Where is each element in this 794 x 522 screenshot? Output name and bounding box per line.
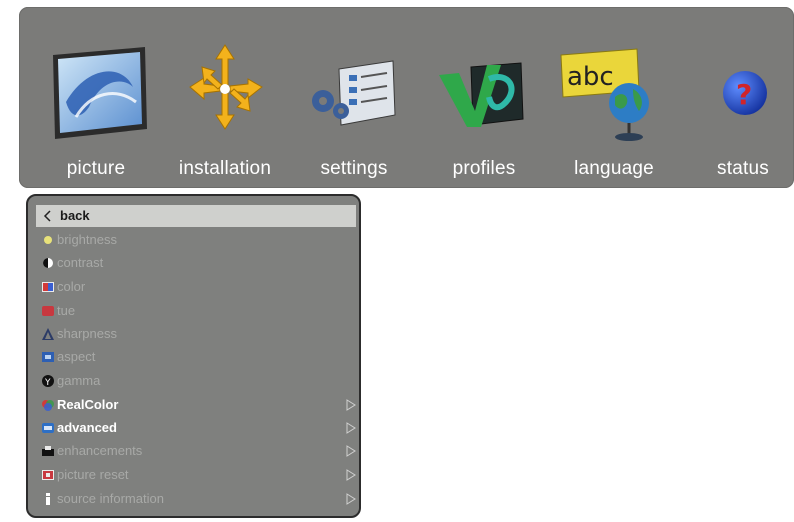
menu-item-picture-reset[interactable]: picture reset (36, 464, 356, 486)
submenu-arrow-icon (346, 422, 356, 434)
svg-text:abc: abc (567, 62, 614, 92)
menu-item-source-information[interactable]: source information (36, 488, 356, 510)
tile-label-settings: settings (320, 158, 388, 179)
back-arrow-icon (43, 210, 51, 222)
enhancements-icon (42, 446, 54, 456)
tile-profiles[interactable]: profiles (419, 7, 549, 188)
menu-item-tue[interactable]: tue (36, 300, 356, 322)
menu-item-enhancements[interactable]: enhancements (36, 440, 356, 462)
tile-language[interactable]: abc language (549, 7, 679, 188)
svg-text:?: ? (736, 78, 752, 111)
submenu-arrow-icon (346, 493, 356, 505)
installation-icon (189, 44, 263, 130)
menu-item-contrast[interactable]: contrast (36, 252, 356, 274)
realcolor-icon (42, 400, 54, 411)
settings-icon (312, 60, 396, 126)
info-icon (46, 493, 50, 505)
color-icon (42, 282, 54, 292)
menu-item-aspect[interactable]: aspect (36, 346, 356, 368)
tile-installation[interactable]: installation (160, 7, 290, 188)
tile-settings[interactable]: settings (289, 7, 419, 188)
tile-label-status: status (717, 158, 769, 179)
menu-item-advanced[interactable]: advanced (36, 417, 356, 439)
menu-item-gamma[interactable]: Y gamma (36, 370, 356, 392)
profiles-icon (439, 62, 524, 127)
menu-item-brightness[interactable]: brightness (36, 229, 356, 251)
tile-status[interactable]: ? status (678, 7, 794, 188)
picture-reset-icon (42, 470, 54, 480)
status-icon: ? (723, 71, 767, 115)
picture-icon (53, 47, 147, 139)
picture-submenu: back brightness contrast color tue sharp… (26, 194, 361, 518)
menu-item-sharpness[interactable]: sharpness (36, 323, 356, 345)
menu-item-back[interactable]: back (36, 205, 356, 227)
gamma-icon: Y (42, 375, 54, 387)
tint-icon (42, 306, 54, 316)
sharpness-icon (42, 328, 54, 340)
top-menu-bar: picture installation settings profiles a… (19, 7, 794, 188)
brightness-icon (44, 236, 52, 244)
menu-item-color[interactable]: color (36, 276, 356, 298)
submenu-arrow-icon (346, 445, 356, 457)
tile-picture[interactable]: picture (31, 7, 161, 188)
language-icon: abc (560, 48, 649, 141)
aspect-icon (42, 352, 54, 362)
advanced-icon (42, 423, 54, 433)
submenu-arrow-icon (346, 469, 356, 481)
tile-label-picture: picture (66, 158, 126, 179)
tile-label-installation: installation (178, 158, 272, 179)
tile-label-language: language (574, 158, 654, 179)
submenu-arrow-icon (346, 399, 356, 411)
menu-item-realcolor[interactable]: RealColor (36, 394, 356, 416)
contrast-icon (43, 258, 53, 268)
svg-text:Y: Y (44, 378, 51, 387)
tile-label-profiles: profiles (452, 158, 516, 179)
